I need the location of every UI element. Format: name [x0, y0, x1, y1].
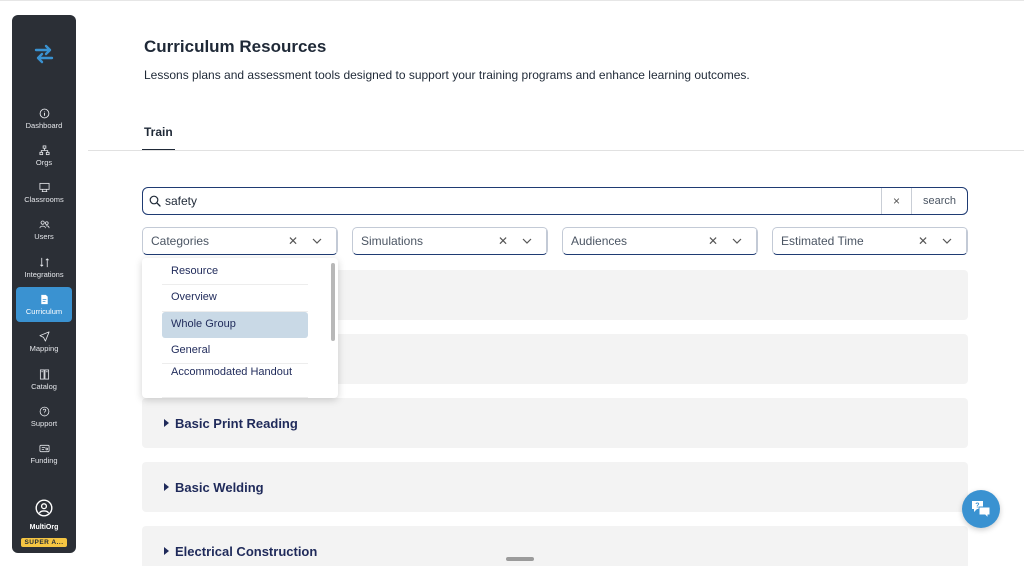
- sidebar-item-label: Catalog: [31, 381, 57, 391]
- search-icon: [145, 195, 165, 207]
- sidebar-item-label: Funding: [30, 456, 58, 466]
- dropdown-option-overview[interactable]: Overview: [162, 285, 308, 312]
- sidebar-item-label: Mapping: [29, 344, 59, 354]
- sidebar-item-support[interactable]: Support: [16, 399, 72, 434]
- info-circle-icon: [39, 108, 49, 118]
- sidebar-item-label: Dashboard: [25, 120, 63, 130]
- sidebar-item-integrations[interactable]: Integrations: [16, 250, 72, 285]
- caret-right-icon: [164, 547, 169, 555]
- account-menu[interactable]: MultiOrg SUPER A...: [12, 499, 76, 549]
- search-bar: × search: [142, 187, 968, 215]
- filter-separator: [756, 230, 757, 252]
- classroom-icon: [39, 183, 49, 193]
- search-input[interactable]: [165, 194, 881, 208]
- sidebar-item-catalog[interactable]: Catalog: [16, 362, 72, 397]
- page-subtitle: Lessons plans and assessment tools desig…: [144, 68, 750, 82]
- resize-handle[interactable]: [506, 557, 534, 561]
- simulations-filter[interactable]: Simulations ✕: [352, 227, 548, 255]
- help-chat-button[interactable]: ?: [962, 490, 1000, 528]
- user-avatar-icon: [35, 499, 53, 517]
- audiences-filter[interactable]: Audiences ✕: [562, 227, 758, 255]
- sidebar-item-label: Support: [30, 418, 58, 428]
- sidebar-item-label: Curriculum: [25, 306, 63, 316]
- filter-label: Estimated Time: [781, 234, 864, 248]
- chevron-down-icon[interactable]: [934, 238, 960, 244]
- sidebar-item-label: Orgs: [35, 157, 53, 167]
- section-basic-print-reading[interactable]: Basic Print Reading: [142, 398, 968, 448]
- dropdown-option-accommodated-handout[interactable]: Accommodated Handout: [162, 364, 308, 398]
- categories-dropdown: Resource Overview Whole Group General Ac…: [142, 258, 338, 398]
- app-logo[interactable]: [12, 43, 76, 70]
- org-tree-icon: [39, 145, 49, 155]
- sidebar-item-label: Classrooms: [24, 195, 64, 205]
- chevron-down-icon[interactable]: [724, 238, 750, 244]
- dropdown-scrollbar[interactable]: [331, 263, 335, 341]
- main-content: Curriculum Resources Lessons plans and a…: [88, 1, 1024, 566]
- dropdown-option-resource[interactable]: Resource: [162, 259, 308, 286]
- caret-right-icon: [164, 483, 169, 491]
- funding-icon: [39, 445, 49, 453]
- section-title: Electrical Construction: [175, 543, 318, 559]
- tab-train[interactable]: Train: [142, 125, 175, 151]
- document-icon: [40, 294, 48, 305]
- swap-arrows-icon: [34, 44, 54, 64]
- sidebar-item-users[interactable]: Users: [16, 213, 72, 248]
- app-frame: Dashboard Orgs Classrooms Users Integrat…: [0, 0, 1024, 566]
- search-button[interactable]: search: [911, 188, 967, 214]
- filter-label: Simulations: [361, 234, 424, 248]
- sidebar-item-curriculum[interactable]: Curriculum: [16, 287, 72, 323]
- sidebar-item-orgs[interactable]: Orgs: [16, 138, 72, 173]
- sidebar: Dashboard Orgs Classrooms Users Integrat…: [12, 15, 76, 553]
- filter-separator: [546, 230, 547, 252]
- catalog-icon: [39, 369, 49, 380]
- svg-text:?: ?: [975, 503, 979, 510]
- question-circle-icon: [39, 406, 49, 417]
- tab-divider: [88, 150, 1024, 151]
- sidebar-item-mapping[interactable]: Mapping: [16, 325, 72, 360]
- dropdown-option-whole-group[interactable]: Whole Group: [162, 311, 308, 338]
- chat-help-icon: ?: [972, 501, 991, 519]
- clear-filter-icon[interactable]: ✕: [492, 234, 514, 248]
- filter-label: Categories: [151, 234, 210, 248]
- integrations-icon: [39, 257, 49, 267]
- sidebar-item-dashboard[interactable]: Dashboard: [16, 101, 72, 136]
- estimated-time-filter[interactable]: Estimated Time ✕: [772, 227, 968, 255]
- categories-filter[interactable]: Categories ✕: [142, 227, 338, 255]
- sidebar-item-label: Users: [34, 232, 54, 242]
- chevron-down-icon[interactable]: [304, 238, 330, 244]
- clear-filter-icon[interactable]: ✕: [912, 234, 934, 248]
- page-title: Curriculum Resources: [144, 37, 327, 56]
- chevron-down-icon[interactable]: [514, 238, 540, 244]
- filter-separator: [966, 230, 967, 252]
- role-badge: SUPER A...: [21, 538, 67, 547]
- sidebar-item-label: Integrations: [24, 269, 64, 279]
- filter-separator: [336, 230, 337, 252]
- section-basic-welding[interactable]: Basic Welding: [142, 462, 968, 512]
- account-name: MultiOrg: [29, 524, 59, 531]
- filter-label: Audiences: [571, 234, 628, 248]
- sidebar-item-classrooms[interactable]: Classrooms: [16, 176, 72, 211]
- caret-right-icon: [164, 419, 169, 427]
- dropdown-option-general[interactable]: General: [162, 338, 308, 365]
- sidebar-nav: Dashboard Orgs Classrooms Users Integrat…: [12, 101, 76, 474]
- clear-search-button[interactable]: ×: [881, 188, 911, 214]
- users-icon: [39, 220, 49, 229]
- sidebar-item-funding[interactable]: Funding: [16, 437, 72, 472]
- send-icon: [39, 331, 49, 342]
- section-title: Basic Welding: [175, 479, 264, 495]
- section-electrical-construction[interactable]: Electrical Construction: [142, 526, 968, 566]
- section-title: Basic Print Reading: [175, 415, 298, 431]
- clear-filter-icon[interactable]: ✕: [282, 234, 304, 248]
- clear-filter-icon[interactable]: ✕: [702, 234, 724, 248]
